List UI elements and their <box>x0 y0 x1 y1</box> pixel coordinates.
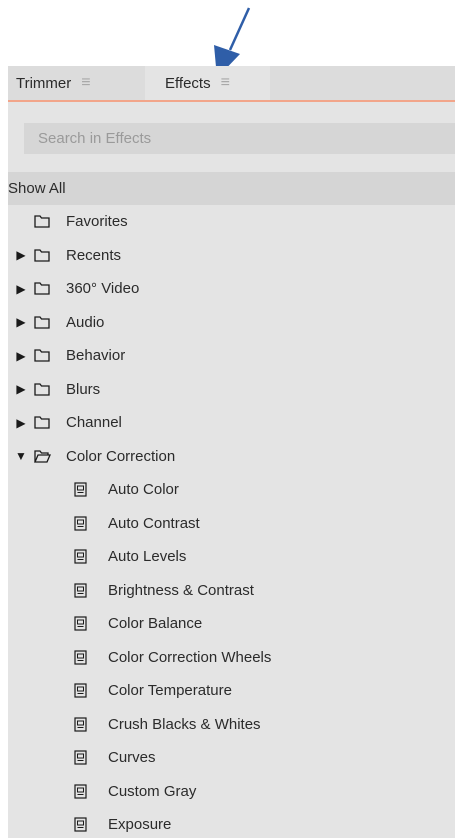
tab-trimmer[interactable]: Trimmer ≡ <box>16 66 91 100</box>
tree-effect-label: Auto Contrast <box>108 514 200 532</box>
tree-effect-label: Exposure <box>108 816 172 834</box>
tree-effect-color-correction-wheels[interactable]: Color Correction Wheels <box>8 641 455 675</box>
tree-effect-label: Auto Color <box>108 481 179 499</box>
tree-effect-label: Crush Blacks & Whites <box>108 715 261 733</box>
tree-effect-label: Color Correction Wheels <box>108 648 272 666</box>
tree-folder-360-video[interactable]: ▶ 360° Video <box>8 272 455 306</box>
tree-folder-blurs[interactable]: ▶ Blurs <box>8 373 455 407</box>
tree-effect-custom-gray[interactable]: Custom Gray <box>8 775 455 809</box>
tree-effect-exposure[interactable]: Exposure <box>8 808 455 838</box>
folder-open-icon <box>34 448 56 464</box>
tree-folder-audio[interactable]: ▶ Audio <box>8 306 455 340</box>
tree-effect-auto-color[interactable]: Auto Color <box>8 473 455 507</box>
folder-icon <box>34 281 56 297</box>
effect-file-icon <box>74 582 96 598</box>
search-input[interactable] <box>24 123 455 154</box>
effects-tree: Favorites ▶ Recents ▶ 360° Video ▶ Audio ▶ Behav… <box>8 205 455 838</box>
tree-effect-crush-blacks-whites[interactable]: Crush Blacks & Whites <box>8 708 455 742</box>
tree-folder-label: Color Correction <box>66 447 176 465</box>
effects-panel: Trimmer ≡ Effects ≡ Show All Favorites ▶ R… <box>8 66 455 838</box>
effect-file-icon <box>74 683 96 699</box>
tree-effect-label: Color Temperature <box>108 682 232 700</box>
caret-right-icon[interactable]: ▶ <box>8 382 34 396</box>
tab-effects[interactable]: Effects ≡ <box>145 66 270 100</box>
effect-file-icon <box>74 649 96 665</box>
caret-down-icon[interactable]: ▼ <box>8 449 34 463</box>
effect-file-icon <box>74 515 96 531</box>
tree-effect-brightness-contrast[interactable]: Brightness & Contrast <box>8 574 455 608</box>
effect-file-icon <box>74 817 96 833</box>
tree-folder-label: Channel <box>66 414 122 432</box>
folder-icon <box>34 314 56 330</box>
tab-bar: Trimmer ≡ Effects ≡ <box>8 66 455 102</box>
effect-file-icon <box>74 482 96 498</box>
tab-effects-label: Effects <box>165 74 211 92</box>
tree-folder-recents[interactable]: ▶ Recents <box>8 239 455 273</box>
folder-icon <box>34 247 56 263</box>
caret-right-icon[interactable]: ▶ <box>8 416 34 430</box>
tree-folder-label: Recents <box>66 246 122 264</box>
tab-trimmer-menu-icon[interactable]: ≡ <box>81 74 90 92</box>
folder-icon <box>34 415 56 431</box>
effect-file-icon <box>74 783 96 799</box>
caret-right-icon[interactable]: ▶ <box>8 282 34 296</box>
effect-file-icon <box>74 549 96 565</box>
folder-icon <box>34 348 56 364</box>
tree-effect-color-balance[interactable]: Color Balance <box>8 607 455 641</box>
folder-icon <box>34 381 56 397</box>
tree-folder-label: Favorites <box>66 213 128 231</box>
tree-folder-label: Behavior <box>66 347 126 365</box>
effect-file-icon <box>74 616 96 632</box>
caret-right-icon[interactable]: ▶ <box>8 349 34 363</box>
folder-icon <box>34 214 56 230</box>
show-all-item[interactable]: Show All <box>8 172 455 205</box>
tree-effect-label: Brightness & Contrast <box>108 581 254 599</box>
tab-effects-menu-icon[interactable]: ≡ <box>221 74 230 92</box>
effect-file-icon <box>74 716 96 732</box>
tree-effect-color-temperature[interactable]: Color Temperature <box>8 674 455 708</box>
caret-right-icon[interactable]: ▶ <box>8 248 34 262</box>
tree-folder-label: Blurs <box>66 380 101 398</box>
effect-file-icon <box>74 750 96 766</box>
tree-effect-label: Curves <box>108 749 156 767</box>
tab-trimmer-label: Trimmer <box>16 74 72 92</box>
search-area <box>8 102 455 172</box>
tree-effect-label: Color Balance <box>108 615 203 633</box>
tree-effect-label: Auto Levels <box>108 548 187 566</box>
tree-folder-color-correction[interactable]: ▼ Color Correction <box>8 440 455 474</box>
tree-folder-favorites[interactable]: Favorites <box>8 205 455 239</box>
tree-effect-curves[interactable]: Curves <box>8 741 455 775</box>
tree-effect-label: Custom Gray <box>108 782 197 800</box>
tree-folder-label: Audio <box>66 313 105 331</box>
tree-effect-auto-levels[interactable]: Auto Levels <box>8 540 455 574</box>
tree-folder-channel[interactable]: ▶ Channel <box>8 406 455 440</box>
tree-folder-behavior[interactable]: ▶ Behavior <box>8 339 455 373</box>
caret-right-icon[interactable]: ▶ <box>8 315 34 329</box>
tree-effect-auto-contrast[interactable]: Auto Contrast <box>8 507 455 541</box>
tree-folder-label: 360° Video <box>66 280 140 298</box>
